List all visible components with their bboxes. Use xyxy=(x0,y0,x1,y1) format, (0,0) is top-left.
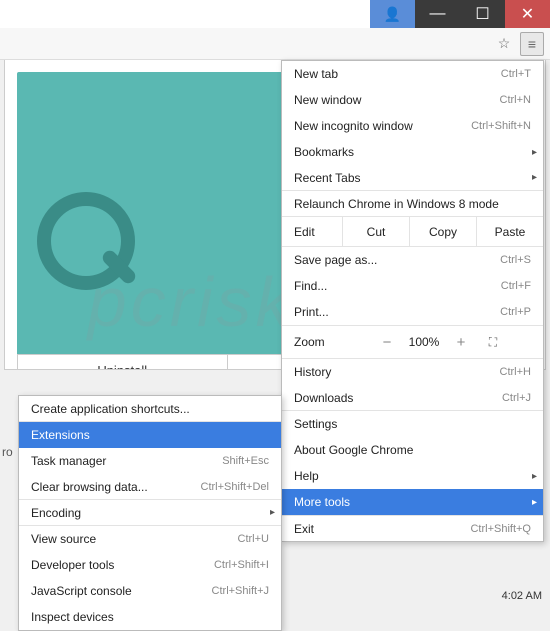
window-titlebar: 👤 — ☐ ✕ xyxy=(0,0,550,28)
chevron-right-icon: ▸ xyxy=(532,147,537,158)
system-clock: 4:02 AM xyxy=(502,590,542,602)
user-profile-button[interactable]: 👤 xyxy=(370,0,415,28)
submenu-view-source[interactable]: View sourceCtrl+U xyxy=(19,526,281,552)
menu-about[interactable]: About Google Chrome xyxy=(282,437,543,463)
menu-more-tools[interactable]: More tools▸ xyxy=(282,489,543,515)
menu-help[interactable]: Help▸ xyxy=(282,463,543,489)
fullscreen-icon[interactable]: ⛶ xyxy=(476,335,510,350)
menu-new-window[interactable]: New windowCtrl+N xyxy=(282,87,543,113)
submenu-task-manager[interactable]: Task managerShift+Esc xyxy=(19,448,281,474)
close-button[interactable]: ✕ xyxy=(505,0,550,28)
more-tools-submenu: Create application shortcuts... Extensio… xyxy=(18,395,282,631)
menu-edit-label: Edit xyxy=(282,225,342,239)
menu-relaunch[interactable]: Relaunch Chrome in Windows 8 mode xyxy=(282,191,543,217)
menu-find[interactable]: Find...Ctrl+F xyxy=(282,273,543,299)
magnifier-icon xyxy=(37,192,137,292)
menu-recent-tabs[interactable]: Recent Tabs▸ xyxy=(282,165,543,191)
zoom-value: 100% xyxy=(402,335,446,349)
menu-settings[interactable]: Settings xyxy=(282,411,543,437)
menu-edit-row: Edit Cut Copy Paste xyxy=(282,217,543,247)
menu-zoom-label: Zoom xyxy=(282,335,372,349)
chrome-main-menu: New tabCtrl+T New windowCtrl+N New incog… xyxy=(281,60,544,542)
chevron-right-icon: ▸ xyxy=(532,497,537,508)
browser-toolbar: ☆ ≡ xyxy=(0,28,550,60)
menu-exit[interactable]: ExitCtrl+Shift+Q xyxy=(282,515,543,541)
menu-save-as[interactable]: Save page as...Ctrl+S xyxy=(282,247,543,273)
menu-print[interactable]: Print...Ctrl+P xyxy=(282,299,543,325)
menu-zoom-row: Zoom − 100% + ⛶ xyxy=(282,325,543,359)
truncated-text: ro xyxy=(2,445,13,459)
menu-cut[interactable]: Cut xyxy=(342,217,409,246)
chevron-right-icon: ▸ xyxy=(532,471,537,482)
submenu-dev-tools[interactable]: Developer toolsCtrl+Shift+I xyxy=(19,552,281,578)
zoom-out-button[interactable]: − xyxy=(372,334,402,351)
menu-new-tab[interactable]: New tabCtrl+T xyxy=(282,61,543,87)
bookmark-star-icon[interactable]: ☆ xyxy=(492,32,516,56)
menu-copy[interactable]: Copy xyxy=(409,217,476,246)
menu-incognito[interactable]: New incognito windowCtrl+Shift+N xyxy=(282,113,543,139)
submenu-create-shortcuts[interactable]: Create application shortcuts... xyxy=(19,396,281,422)
zoom-in-button[interactable]: + xyxy=(446,334,476,351)
submenu-js-console[interactable]: JavaScript consoleCtrl+Shift+J xyxy=(19,578,281,604)
submenu-inspect-devices[interactable]: Inspect devices xyxy=(19,604,281,630)
chevron-right-icon: ▸ xyxy=(270,507,275,518)
uninstall-button[interactable]: Uninstall xyxy=(18,355,228,370)
menu-downloads[interactable]: DownloadsCtrl+J xyxy=(282,385,543,411)
menu-bookmarks[interactable]: Bookmarks▸ xyxy=(282,139,543,165)
submenu-extensions[interactable]: Extensions xyxy=(19,422,281,448)
chrome-menu-button[interactable]: ≡ xyxy=(520,32,544,56)
menu-history[interactable]: HistoryCtrl+H xyxy=(282,359,543,385)
menu-paste[interactable]: Paste xyxy=(476,217,543,246)
chevron-right-icon: ▸ xyxy=(532,172,537,183)
submenu-clear-data[interactable]: Clear browsing data...Ctrl+Shift+Del xyxy=(19,474,281,500)
maximize-button[interactable]: ☐ xyxy=(460,0,505,28)
submenu-encoding[interactable]: Encoding▸ xyxy=(19,500,281,526)
minimize-button[interactable]: — xyxy=(415,0,460,28)
